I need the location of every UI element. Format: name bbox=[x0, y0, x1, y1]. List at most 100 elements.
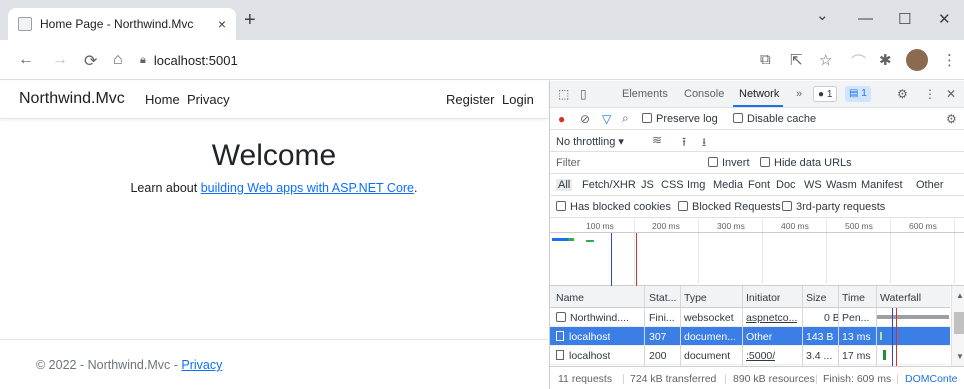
site-footer: © 2022 - Northwind.Mvc - Privacy bbox=[0, 339, 548, 389]
devtools-menu-icon[interactable]: ⋮ bbox=[924, 87, 936, 101]
disable-cache-checkbox[interactable]: Disable cache bbox=[733, 113, 816, 125]
col-time[interactable]: Time bbox=[842, 292, 865, 304]
third-party-checkbox[interactable]: 3rd-party requests bbox=[782, 201, 885, 213]
preserve-log-checkbox[interactable]: Preserve log bbox=[642, 113, 718, 125]
inspect-element-icon[interactable]: ⬚ bbox=[558, 87, 569, 101]
resources-size: 890 kB resources bbox=[733, 373, 815, 385]
tab-elements[interactable]: Elements bbox=[622, 88, 668, 100]
blocked-requests-checkbox[interactable]: Blocked Requests bbox=[678, 201, 781, 213]
network-overview-timeline[interactable]: 100 ms 200 ms 300 ms 400 ms 500 ms 600 m… bbox=[550, 218, 964, 286]
tab-console[interactable]: Console bbox=[684, 88, 724, 100]
network-settings-icon[interactable]: ⚙ bbox=[946, 112, 957, 126]
timeline-tick: 100 ms bbox=[586, 221, 614, 231]
tab-network[interactable]: Network bbox=[739, 88, 779, 100]
domcontentloaded-line bbox=[611, 233, 612, 286]
site-navbar: Northwind.Mvc Home Privacy Register Logi… bbox=[0, 81, 548, 119]
invert-checkbox[interactable]: Invert bbox=[708, 157, 750, 169]
search-icon[interactable]: ⌕ bbox=[622, 111, 629, 126]
col-type[interactable]: Type bbox=[684, 292, 707, 304]
nav-home-link[interactable]: Home bbox=[145, 92, 180, 107]
export-har-icon[interactable]: ⭳ bbox=[702, 133, 706, 154]
col-initiator[interactable]: Initiator bbox=[746, 292, 780, 304]
type-filter-media[interactable]: Media bbox=[713, 179, 743, 191]
tab-close-icon[interactable]: × bbox=[218, 16, 226, 32]
extensions-puzzle-icon[interactable]: ✱ bbox=[879, 51, 892, 69]
tab-search-icon[interactable]: ⌄ bbox=[816, 6, 829, 24]
back-icon[interactable]: ← bbox=[18, 51, 34, 69]
message-count: 1 bbox=[861, 88, 867, 99]
profile-avatar[interactable] bbox=[906, 49, 928, 71]
cookie-filter-row: Has blocked cookies Blocked Requests 3rd… bbox=[550, 196, 964, 218]
overview-bar bbox=[568, 238, 574, 241]
devtools-tab-bar: ⬚ ▯ Elements Console Network » ● 1 ▤ 1 ⚙… bbox=[550, 81, 964, 108]
share-icon[interactable]: ⇱ bbox=[790, 51, 803, 69]
type-filter-other[interactable]: Other bbox=[916, 179, 944, 191]
maximize-button[interactable]: ☐ bbox=[898, 10, 911, 28]
bookmark-star-icon[interactable]: ☆ bbox=[819, 51, 832, 69]
minimize-button[interactable]: — bbox=[858, 10, 873, 27]
has-blocked-cookies-checkbox[interactable]: Has blocked cookies bbox=[556, 201, 671, 213]
type-filter-manifest[interactable]: Manifest bbox=[861, 179, 903, 191]
record-icon[interactable]: ● bbox=[558, 112, 565, 126]
type-filter-img[interactable]: Img bbox=[687, 179, 705, 191]
error-count: 1 bbox=[826, 89, 833, 100]
col-waterfall[interactable]: Waterfall bbox=[880, 292, 921, 304]
table-row[interactable]: Northwind.... Fini... websocket aspnetco… bbox=[550, 308, 950, 327]
aspnet-docs-link[interactable]: building Web apps with ASP.NET Core bbox=[201, 181, 414, 195]
transferred-size: 724 kB transferred bbox=[630, 373, 717, 385]
message-badge[interactable]: ▤ 1 bbox=[845, 86, 871, 102]
hide-data-urls-checkbox[interactable]: Hide data URLs bbox=[760, 157, 852, 169]
type-filter-all[interactable]: All bbox=[556, 179, 573, 191]
waterfall-dcl-line bbox=[892, 308, 893, 366]
type-filter-doc[interactable]: Doc bbox=[776, 179, 796, 191]
nav-privacy-link[interactable]: Privacy bbox=[187, 92, 230, 107]
learn-suffix: . bbox=[414, 181, 418, 195]
type-filter-fetch[interactable]: Fetch/XHR bbox=[582, 179, 636, 191]
lock-icon: 🔒︎ bbox=[140, 53, 146, 66]
filter-icon[interactable]: ▽ bbox=[602, 112, 611, 126]
table-row[interactable]: localhost 200 document :5000/ 3.4 ... 17… bbox=[550, 346, 950, 365]
menu-kebab-icon[interactable]: ⋮ bbox=[942, 51, 957, 69]
import-har-icon[interactable]: ⭱ bbox=[682, 133, 686, 154]
extension-arc-icon[interactable]: ⌒ bbox=[851, 51, 866, 72]
reload-icon[interactable]: ⟳ bbox=[84, 51, 97, 71]
scroll-down-icon[interactable]: ▼ bbox=[956, 352, 964, 361]
error-badge[interactable]: ● 1 bbox=[813, 86, 838, 102]
filter-input[interactable]: Filter bbox=[556, 157, 580, 169]
table-scrollbar[interactable]: ▲ ▼ bbox=[951, 286, 964, 366]
login-link[interactable]: Login bbox=[502, 92, 534, 107]
type-filter-font[interactable]: Font bbox=[748, 179, 770, 191]
timeline-tick: 400 ms bbox=[781, 221, 809, 231]
scrollbar-thumb[interactable] bbox=[954, 312, 964, 334]
close-window-button[interactable]: ✕ bbox=[938, 10, 951, 28]
col-status[interactable]: Stat... bbox=[649, 292, 676, 304]
address-bar[interactable]: 🔒︎ localhost:5001 bbox=[140, 45, 820, 75]
home-icon[interactable]: ⌂ bbox=[113, 51, 123, 69]
settings-gear-icon[interactable]: ⚙ bbox=[897, 87, 908, 101]
type-filter-row: All Fetch/XHR JS CSS Img Media Font Doc … bbox=[550, 174, 964, 196]
network-conditions-icon[interactable]: ≋ bbox=[652, 133, 662, 147]
footer-privacy-link[interactable]: Privacy bbox=[181, 358, 222, 372]
type-filter-js[interactable]: JS bbox=[641, 179, 654, 191]
welcome-heading: Welcome bbox=[211, 139, 337, 172]
open-in-window-icon[interactable]: ⧉ bbox=[760, 51, 771, 68]
close-devtools-icon[interactable]: ✕ bbox=[946, 87, 956, 101]
throttling-select[interactable]: No throttling ▾ bbox=[556, 135, 624, 148]
requests-count: 11 requests bbox=[558, 373, 613, 385]
new-tab-button[interactable]: + bbox=[244, 10, 256, 30]
device-toolbar-icon[interactable]: ▯ bbox=[580, 87, 587, 101]
col-size[interactable]: Size bbox=[806, 292, 826, 304]
col-name[interactable]: Name bbox=[556, 292, 584, 304]
browser-tab[interactable]: Home Page - Northwind.Mvc × bbox=[8, 8, 236, 40]
register-link[interactable]: Register bbox=[446, 92, 494, 107]
type-filter-ws[interactable]: WS bbox=[804, 179, 822, 191]
more-tabs-button[interactable]: » bbox=[796, 88, 802, 100]
clear-icon[interactable]: ⊘ bbox=[580, 112, 590, 126]
type-filter-css[interactable]: CSS bbox=[661, 179, 684, 191]
network-toolbar: ● ⊘ ▽ ⌕ Preserve log Disable cache ⚙ bbox=[550, 108, 964, 130]
site-brand[interactable]: Northwind.Mvc bbox=[19, 90, 125, 108]
forward-icon[interactable]: → bbox=[52, 51, 68, 69]
sort-up-icon[interactable]: ▲ bbox=[956, 291, 964, 300]
table-row[interactable]: localhost 307 documen... Other 143 B 13 … bbox=[550, 327, 950, 346]
type-filter-wasm[interactable]: Wasm bbox=[826, 179, 857, 191]
